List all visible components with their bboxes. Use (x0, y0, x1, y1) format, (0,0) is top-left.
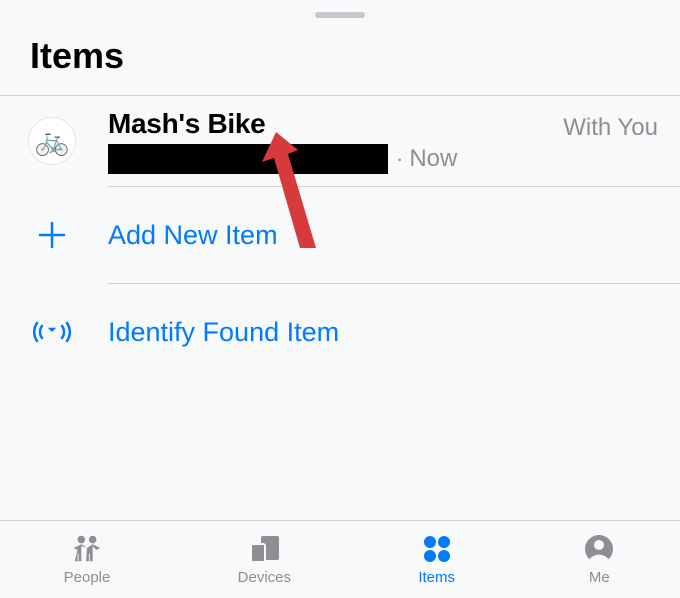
tab-me-label: Me (589, 569, 610, 586)
page-title: Items (30, 35, 650, 77)
identify-found-item-label: Identify Found Item (108, 317, 339, 348)
people-icon (70, 533, 104, 565)
person-icon (582, 533, 616, 565)
item-subline: · Now (108, 144, 563, 174)
item-time: Now (409, 145, 457, 173)
tab-people-label: People (64, 569, 111, 586)
item-location-redacted (108, 144, 388, 174)
bicycle-icon: 🚲 (35, 127, 70, 155)
tab-people[interactable]: People (64, 533, 111, 586)
item-status: With You (563, 114, 658, 142)
tab-items-label: Items (418, 569, 455, 586)
separator-dot: · (396, 146, 403, 172)
item-row[interactable]: 🚲 Mash's Bike · Now With You (0, 96, 680, 186)
item-text: Mash's Bike · Now (108, 108, 563, 174)
tab-devices[interactable]: Devices (238, 533, 291, 586)
tab-me[interactable]: Me (582, 533, 616, 586)
sheet-handle[interactable] (315, 12, 365, 18)
tab-items[interactable]: Items (418, 533, 455, 586)
add-new-item-button[interactable]: Add New Item (0, 187, 680, 283)
item-name: Mash's Bike (108, 108, 563, 140)
devices-icon (247, 533, 281, 565)
add-new-item-label: Add New Item (108, 220, 278, 251)
identify-found-item-button[interactable]: Identify Found Item (0, 284, 680, 380)
tab-bar: People Devices Items (0, 520, 680, 598)
items-icon (420, 533, 454, 565)
locate-icon (28, 308, 76, 356)
tab-devices-label: Devices (238, 569, 291, 586)
item-icon-circle: 🚲 (28, 117, 76, 165)
plus-icon (28, 211, 76, 259)
